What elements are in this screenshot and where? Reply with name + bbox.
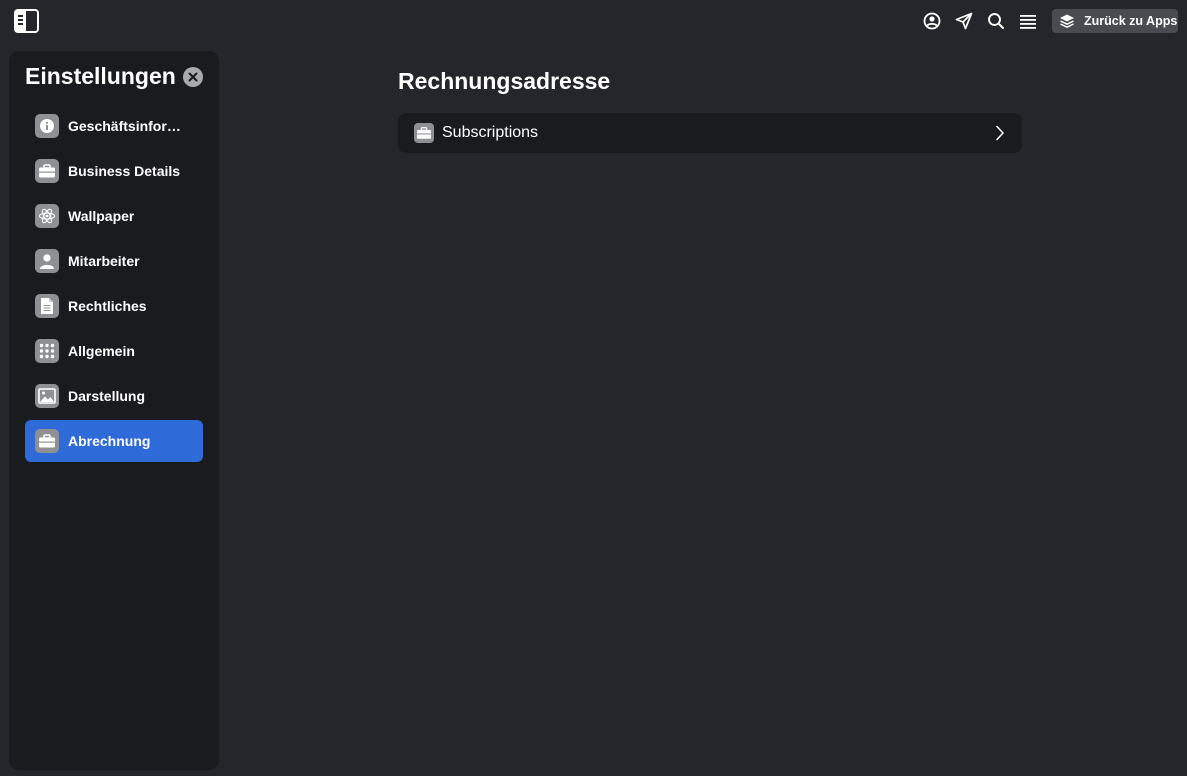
sidebar-item-business-details[interactable]: Business Details [25,150,203,192]
page-title: Rechnungsadresse [398,68,611,94]
briefcase-icon [414,123,434,143]
atom-icon [35,204,59,228]
person-icon [35,249,59,273]
sidebar-item-abrechnung[interactable]: Abrechnung [25,420,203,462]
back-to-apps-label: Zurück zu Apps [1084,14,1178,28]
chevron-right-icon [992,125,1008,141]
sidebar-item-darstellung[interactable]: Darstellung [25,375,203,417]
sidebar-item-label: Rechtliches [68,298,147,314]
sidebar-item-rechtliches[interactable]: Rechtliches [25,285,203,327]
menu-icon[interactable] [1018,11,1038,31]
sidebar-item-label: Allgemein [68,343,135,359]
send-icon[interactable] [954,11,974,31]
info-icon [35,114,59,138]
sidebar-item-allgemein[interactable]: Allgemein [25,330,203,372]
search-icon[interactable] [986,11,1006,31]
sidebar-item-label: Wallpaper [68,208,135,224]
sidebar-item-geschaeftsinformationen[interactable]: Geschäftsinformationen [25,105,203,147]
sidebar-item-label: Darstellung [68,388,146,404]
layers-icon [1058,12,1076,30]
grid-icon [35,339,59,363]
sidebar-toggle-icon[interactable] [14,9,39,33]
subscriptions-label: Subscriptions [442,124,539,141]
top-bar: Zurück zu Apps [0,0,1187,42]
sidebar-item-mitarbeiter[interactable]: Mitarbeiter [25,240,203,282]
back-to-apps-button[interactable]: Zurück zu Apps [1052,9,1178,33]
briefcase-icon [35,159,59,183]
briefcase-icon [35,429,59,453]
sidebar-item-label: Mitarbeiter [68,253,140,269]
document-icon [35,294,59,318]
sidebar-item-label: Geschäftsinformationen [68,118,192,134]
user-circle-icon[interactable] [922,11,942,31]
subscriptions-row[interactable]: Subscriptions [398,113,1022,153]
sidebar-item-wallpaper[interactable]: Wallpaper [25,195,203,237]
settings-nav: Geschäftsinformationen Business Details [25,105,203,465]
sidebar-title: Einstellungen [25,63,176,89]
image-icon [35,384,59,408]
close-icon[interactable] [183,67,203,87]
settings-sidebar: Einstellungen Geschäftsinformationen [9,51,219,770]
sidebar-item-label: Abrechnung [68,433,151,449]
sidebar-item-label: Business Details [68,163,181,179]
